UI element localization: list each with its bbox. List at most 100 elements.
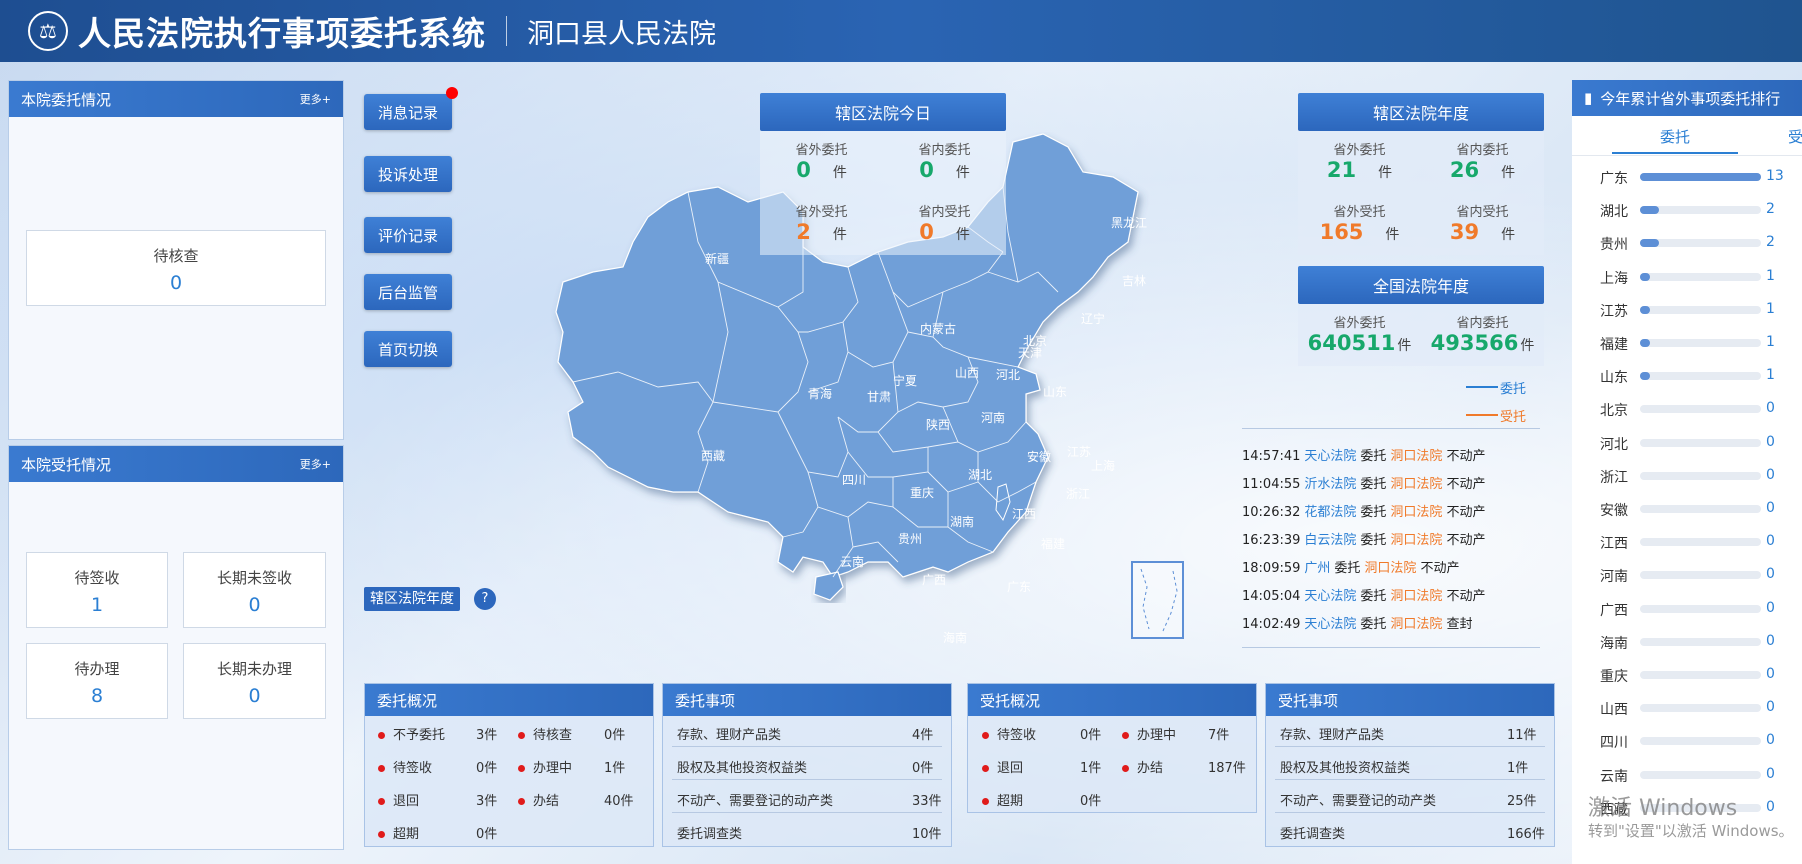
overview-row[interactable]: 办理中 <box>518 757 572 776</box>
stat-long-unhandled[interactable]: 长期未办理 0 <box>183 643 326 719</box>
overview-row[interactable]: 待核查 <box>518 724 572 743</box>
ranking-province: 浙江 <box>1600 469 1628 486</box>
help-icon[interactable]: ? <box>474 588 496 610</box>
ranking-value: 0 <box>1766 433 1775 450</box>
tab-delegate[interactable]: 委托 <box>1660 126 1690 147</box>
log-time: 14:05:04 <box>1242 589 1301 604</box>
ranking-bar-track <box>1640 604 1761 613</box>
stat-label: 省外受托 <box>795 205 848 220</box>
ranking-bar <box>1640 339 1650 347</box>
card-title: 委托事项 <box>663 684 951 716</box>
log-row[interactable]: 14:05:04 天心法院 委托 洞口法院 不动产 <box>1242 585 1489 604</box>
stat-label: 省内委托 <box>1456 316 1509 331</box>
more-link[interactable]: 更多+ <box>300 91 331 107</box>
court-name: 洞口县人民法院 <box>527 18 716 50</box>
ranking-value: 1 <box>1766 334 1775 350</box>
stat-cell: 省内委托 493566 件 <box>1421 304 1544 366</box>
more-link[interactable]: 更多+ <box>300 456 331 472</box>
system-title: 人民法院执行事项委托系统 <box>78 14 486 53</box>
homepage-switch-button[interactable]: 首页切换 <box>364 331 452 367</box>
legend-line-entrusted <box>1466 414 1498 416</box>
overview-row[interactable]: 退回 <box>982 757 1023 776</box>
log-type: 不动产 <box>1446 449 1486 464</box>
overview-row[interactable]: 超期 <box>378 823 419 842</box>
map-label-guangxi: 广西 <box>922 573 947 587</box>
stat-value: 21 <box>1326 158 1357 182</box>
stat-value: 26 <box>1449 158 1480 182</box>
ranking-bar-track <box>1640 372 1761 381</box>
log-row[interactable]: 18:09:59 广州 委托 洞口法院 不动产 <box>1242 557 1463 576</box>
ranking-province: 山西 <box>1600 702 1628 719</box>
stat-label: 待办理 <box>74 660 120 678</box>
status-dot-icon <box>982 798 989 805</box>
log-row[interactable]: 10:26:32 花都法院 委托 洞口法院 不动产 <box>1242 501 1489 520</box>
log-from: 天心法院 <box>1304 617 1357 632</box>
stat-value: 0 <box>248 685 261 707</box>
card-body: 省外委托 640511 件 省内委托 493566 件 <box>1298 304 1544 366</box>
overview-row[interactable]: 退回 <box>378 790 419 809</box>
stat-unit: 件 <box>1397 338 1412 354</box>
log-verb: 委托 <box>1360 617 1387 632</box>
ranking-province: 山东 <box>1600 370 1628 387</box>
evaluation-records-button[interactable]: 评价记录 <box>364 217 452 253</box>
ranking-province: 河北 <box>1600 436 1628 453</box>
row-label: 退回 <box>997 761 1024 776</box>
jurisdiction-year-toggle[interactable]: 辖区法院年度 <box>364 587 460 611</box>
log-type: 不动产 <box>1446 533 1486 548</box>
ranking-province: 广西 <box>1600 602 1628 619</box>
stat-label: 省外委托 <box>795 143 848 158</box>
log-row[interactable]: 14:57:41 天心法院 委托 洞口法院 不动产 <box>1242 445 1489 464</box>
map-label-tianjin: 天津 <box>1018 346 1043 360</box>
overview-row[interactable]: 办理中 <box>1122 724 1176 743</box>
map-label-guizhou: 贵州 <box>898 532 923 546</box>
log-row[interactable]: 14:02:49 天心法院 委托 洞口法院 查封 <box>1242 613 1476 632</box>
ranking-province: 河南 <box>1600 569 1628 586</box>
stat-long-unsigned[interactable]: 长期未签收 0 <box>183 552 326 628</box>
complaint-handling-button[interactable]: 投诉处理 <box>364 156 452 192</box>
map-label-hainan: 海南 <box>943 631 968 645</box>
stat-label: 省外委托 <box>1333 316 1386 331</box>
ranking-province: 重庆 <box>1600 669 1628 685</box>
overview-row[interactable]: 办结 <box>1122 757 1163 776</box>
overview-row[interactable]: 办结 <box>518 790 559 809</box>
card-title: 受托事项 <box>1266 684 1554 716</box>
stat-value: 8 <box>90 685 104 707</box>
stat-unit: 件 <box>1385 227 1400 243</box>
ranking-bar <box>1640 173 1761 181</box>
tab-entrusted[interactable]: 受 <box>1788 126 1802 147</box>
ranking-header: ▮ 今年累计省外事项委托排行 <box>1572 80 1802 116</box>
card-body: 省外委托 0 件 省内委托 0 件 省外受托 2 件 省内受托 0 件 <box>760 131 1006 255</box>
log-type: 不动产 <box>1446 505 1486 520</box>
log-time: 14:02:49 <box>1242 617 1301 632</box>
row-label: 退回 <box>393 794 420 809</box>
status-dot-icon <box>378 831 385 838</box>
row-label: 办理中 <box>533 761 573 776</box>
overview-row[interactable]: 待签收 <box>982 724 1036 743</box>
overview-row[interactable]: 超期 <box>982 790 1023 809</box>
log-row[interactable]: 11:04:55 沂水法院 委托 洞口法院 不动产 <box>1242 473 1489 492</box>
card-title: 辖区法院年度 <box>1298 93 1544 131</box>
message-records-button[interactable]: 消息记录 <box>364 94 452 130</box>
ranking-province: 江苏 <box>1600 303 1628 320</box>
card-title: 全国法院年度 <box>1298 266 1544 304</box>
court-emblem-icon: ⚖ <box>28 11 68 51</box>
log-row[interactable]: 16:23:39 白云法院 委托 洞口法院 不动产 <box>1242 529 1489 548</box>
legend-divider <box>1242 428 1540 429</box>
row-label: 委托调查类 <box>1280 827 1346 842</box>
log-from: 天心法院 <box>1304 589 1357 604</box>
map-label-hubei: 湖北 <box>968 468 993 482</box>
panel-title: 本院受托情况 <box>21 455 112 474</box>
backend-supervision-button[interactable]: 后台监管 <box>364 274 452 310</box>
ranking-value: 0 <box>1766 500 1775 516</box>
log-to: 洞口法院 <box>1390 533 1443 548</box>
row-divider <box>1275 812 1545 813</box>
ranking-value: 0 <box>1766 732 1775 749</box>
stat-value: 0 <box>169 272 183 294</box>
overview-row[interactable]: 不予委托 <box>378 724 445 743</box>
stat-pending-sign[interactable]: 待签收 1 <box>26 552 168 628</box>
stat-pending-review[interactable]: 待核查 0 <box>26 230 326 306</box>
row-value: 187件 <box>1208 761 1246 776</box>
overview-row[interactable]: 待签收 <box>378 757 432 776</box>
log-from: 广州 <box>1304 561 1331 576</box>
stat-pending-handle[interactable]: 待办理 8 <box>26 643 168 719</box>
